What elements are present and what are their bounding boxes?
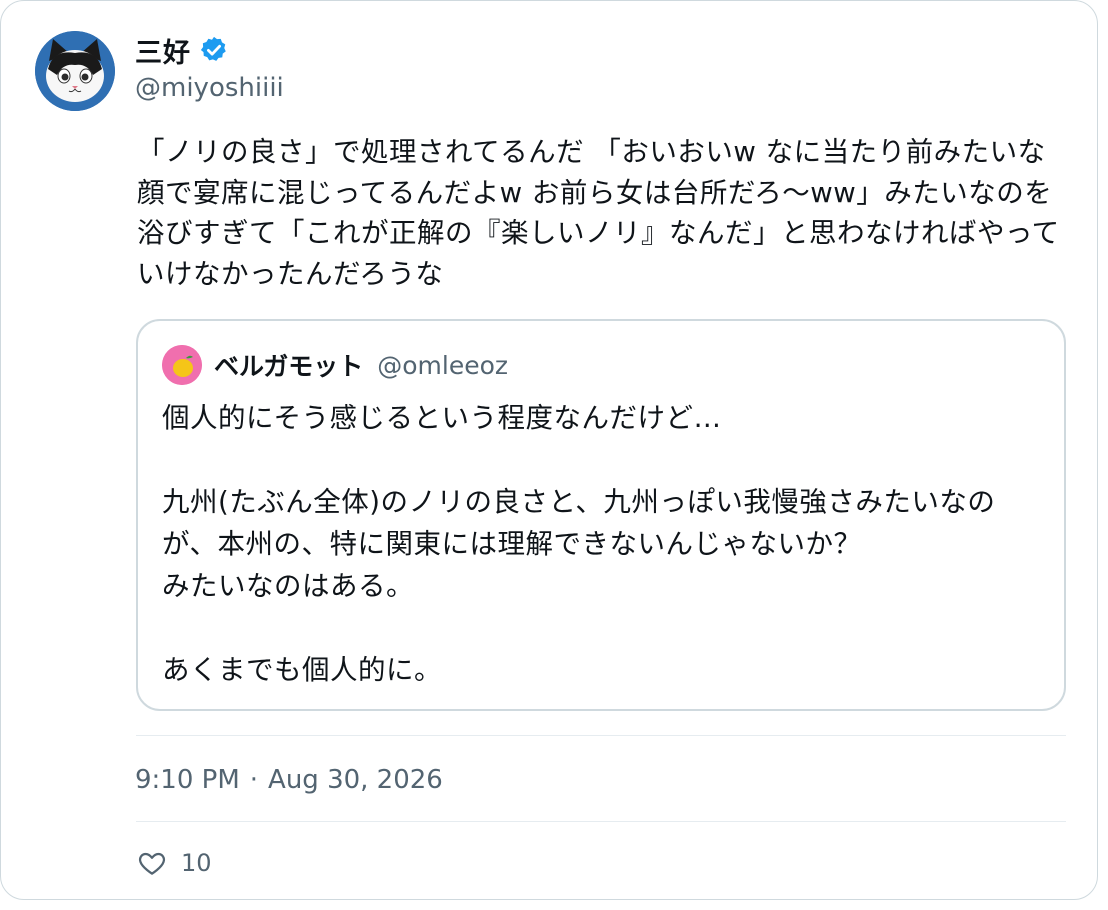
lemon-avatar-icon <box>162 345 202 385</box>
divider <box>136 735 1066 736</box>
verified-badge-icon <box>199 35 229 65</box>
heart-icon[interactable] <box>137 848 167 878</box>
author-name-row: 三好 <box>135 31 284 69</box>
author-name[interactable]: 三好 <box>135 31 191 70</box>
divider <box>136 821 1066 822</box>
meta-separator: · <box>249 765 259 795</box>
quoted-author-name: ベルガモット <box>214 352 364 381</box>
tweet-card: 三好 @miyoshiiii 「ノリの良さ」で処理されてるんだ 「おいおいw な… <box>0 0 1098 900</box>
author-handle[interactable]: @miyoshiiii <box>135 73 284 103</box>
like-action[interactable]: 10 <box>137 848 212 878</box>
quoted-tweet-text: 個人的にそう感じるという程度なんだけど… 九州(たぶん全体)のノリの良さと、九州… <box>162 402 996 686</box>
author-block: 三好 @miyoshiiii <box>135 31 284 103</box>
tweet-timestamp[interactable]: 9:10 PM · Aug 30, 2026 <box>135 765 443 795</box>
quoted-author-handle: @omleeoz <box>377 350 509 380</box>
tweet-text: 「ノリの良さ」で処理されてるんだ 「おいおいw なに当たり前みたいな顔で宴席に混… <box>137 136 1060 290</box>
cat-avatar-icon <box>35 31 115 111</box>
quoted-author-avatar <box>162 345 202 385</box>
tweet-date: Aug 30, 2026 <box>268 765 443 795</box>
like-count: 10 <box>181 849 212 877</box>
author-avatar[interactable] <box>35 31 115 111</box>
tweet-time: 9:10 PM <box>135 765 240 795</box>
quoted-tweet-header: ベルガモット @omleeoz <box>162 345 508 385</box>
quoted-tweet[interactable]: ベルガモット @omleeoz 個人的にそう感じるという程度なんだけど… 九州(… <box>136 319 1066 711</box>
